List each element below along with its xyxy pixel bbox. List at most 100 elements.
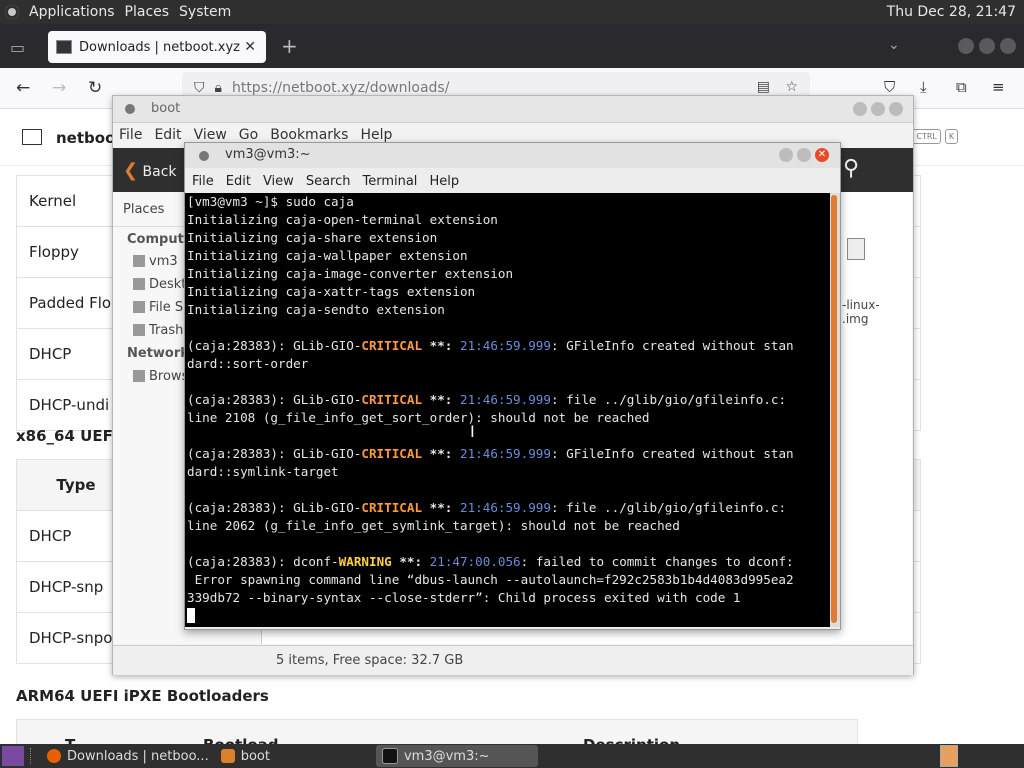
critical-level: CRITICAL bbox=[361, 392, 423, 407]
distro-logo-icon[interactable] bbox=[0, 0, 24, 24]
shield-icon[interactable]: ⛉ bbox=[194, 80, 205, 96]
sidebar-item-label: vm3 bbox=[149, 254, 178, 269]
file-label[interactable]: -linux- .img bbox=[842, 298, 880, 326]
log-timestamp: 21:46:59.999 bbox=[459, 446, 551, 461]
taskbar-item-file-manager[interactable]: boot bbox=[215, 745, 276, 767]
log-message: : file ../glib/gio/gfileinfo.c: bbox=[550, 392, 787, 407]
reload-icon[interactable]: ↻ bbox=[88, 78, 102, 98]
sidebar-item-filesystem[interactable]: File S bbox=[133, 300, 183, 315]
terminal-scrollbar[interactable] bbox=[830, 193, 840, 627]
new-tab-button[interactable]: + bbox=[281, 34, 298, 58]
site-logo-icon[interactable] bbox=[22, 129, 42, 145]
menu-bookmarks[interactable]: Bookmarks bbox=[264, 127, 354, 143]
menu-applications[interactable]: Applications bbox=[24, 0, 120, 24]
kbd-ctrl: CTRL bbox=[912, 129, 941, 144]
terminal-screen[interactable]: [vm3@vm3 ~]$ sudo caja Initializing caja… bbox=[185, 193, 830, 627]
minimize-button[interactable] bbox=[779, 148, 793, 162]
log-timestamp: 21:46:59.999 bbox=[459, 500, 551, 515]
text-cursor bbox=[187, 608, 195, 623]
window-icon bbox=[199, 151, 209, 161]
url-path: /downloads/ bbox=[365, 80, 450, 96]
clock[interactable]: Thu Dec 28, 21:47 bbox=[887, 4, 1024, 20]
terminal-line: [vm3@vm3 ~]$ sudo caja bbox=[187, 194, 354, 209]
menu-help[interactable]: Help bbox=[422, 174, 464, 189]
bookmark-star-icon[interactable]: ☆ bbox=[785, 79, 798, 95]
terminal-line: Initializing caja-sendto extension bbox=[187, 302, 445, 317]
mouse-ibeam-cursor-icon: I bbox=[470, 422, 475, 441]
sidebar-item-vm3[interactable]: vm3 bbox=[133, 254, 178, 269]
reader-view-icon[interactable]: ▤ bbox=[757, 79, 770, 95]
menu-view[interactable]: View bbox=[188, 127, 233, 143]
file-manager-titlebar[interactable]: boot bbox=[113, 96, 913, 123]
maximize-button[interactable] bbox=[797, 148, 811, 162]
trash-icon bbox=[133, 324, 145, 336]
maximize-button[interactable] bbox=[871, 102, 885, 116]
back-button[interactable]: ❮ Back bbox=[123, 160, 177, 181]
kbd-k: K bbox=[944, 129, 959, 144]
menu-file[interactable]: File bbox=[113, 127, 148, 143]
top-panel: Applications Places System Thu Dec 28, 2… bbox=[0, 0, 1024, 24]
pocket-icon[interactable]: ⛉ bbox=[884, 78, 895, 96]
log-message: : GFileInfo created without stan bbox=[550, 446, 794, 461]
terminal-line: 339db72 --binary-syntax --close-stderr”:… bbox=[187, 590, 741, 605]
close-tab-icon[interactable]: ✕ bbox=[244, 39, 256, 55]
taskbar-item-label: boot bbox=[240, 748, 270, 764]
log-message: : file ../glib/gio/gfileinfo.c: bbox=[550, 500, 787, 515]
menu-terminal[interactable]: Terminal bbox=[355, 174, 422, 189]
file-icon[interactable] bbox=[847, 238, 865, 260]
menu-view[interactable]: View bbox=[256, 174, 299, 189]
terminal-menubar: File Edit View Search Terminal Help bbox=[185, 170, 840, 192]
lock-icon[interactable]: 🔒︎ bbox=[215, 80, 222, 96]
sidebar-item-desktop[interactable]: Deskt bbox=[133, 277, 186, 292]
show-desktop-button[interactable] bbox=[2, 746, 24, 766]
close-window-button[interactable] bbox=[1000, 38, 1016, 54]
menu-file[interactable]: File bbox=[185, 174, 219, 189]
window-title: vm3@vm3:~ bbox=[225, 147, 311, 162]
tab-title: Downloads | netboot.xyz bbox=[79, 39, 240, 55]
maximize-button[interactable] bbox=[979, 38, 995, 54]
log-prefix: (caja:28383): GLib-GIO- bbox=[187, 392, 362, 407]
sidebar-item-trash[interactable]: Trash bbox=[133, 323, 183, 338]
workspace-switcher[interactable] bbox=[940, 745, 958, 767]
tab-list-icon[interactable]: ▭ bbox=[10, 38, 25, 57]
taskbar-item-terminal[interactable]: vm3@vm3:~ bbox=[375, 745, 538, 767]
menu-system[interactable]: System bbox=[174, 0, 236, 24]
log-prefix: (caja:28383): dconf- bbox=[187, 554, 339, 569]
menu-edit[interactable]: Edit bbox=[219, 174, 256, 189]
taskbar-item-browser[interactable]: Downloads | netboo... bbox=[41, 745, 215, 767]
menu-go[interactable]: Go bbox=[233, 127, 264, 143]
hamburger-menu-icon[interactable]: ≡ bbox=[992, 78, 1005, 96]
terminal-window: vm3@vm3:~ ✕ File Edit View Search Termin… bbox=[184, 142, 841, 630]
scrollbar-thumb[interactable] bbox=[831, 195, 837, 623]
menu-edit[interactable]: Edit bbox=[148, 127, 187, 143]
menu-places[interactable]: Places bbox=[120, 0, 175, 24]
taskbar-item-label: Downloads | netboo... bbox=[67, 748, 209, 764]
browser-tab[interactable]: Downloads | netboot.xyz ✕ bbox=[48, 31, 266, 63]
menu-help[interactable]: Help bbox=[354, 127, 398, 143]
firefox-icon bbox=[47, 749, 61, 763]
back-arrow-icon[interactable]: ← bbox=[16, 78, 30, 98]
terminal-line: Initializing caja-image-converter extens… bbox=[187, 266, 514, 281]
minimize-button[interactable] bbox=[853, 102, 867, 116]
sidebar-item-browse-network[interactable]: Brows bbox=[133, 369, 188, 384]
chevron-down-icon[interactable]: ⌄ bbox=[888, 37, 900, 53]
downloads-icon[interactable]: ⤓ bbox=[920, 78, 927, 96]
minimize-button[interactable] bbox=[958, 38, 974, 54]
arm-table-header: T Bootload Description bbox=[16, 719, 858, 744]
terminal-icon bbox=[381, 748, 398, 764]
forward-arrow-icon[interactable]: → bbox=[52, 78, 66, 98]
terminal-line: Initializing caja-share extension bbox=[187, 230, 438, 245]
extensions-icon[interactable]: ⧉ bbox=[956, 78, 967, 96]
search-icon[interactable]: ⚲ bbox=[843, 156, 859, 181]
taskbar-item-label: vm3@vm3:~ bbox=[403, 748, 490, 764]
menu-search[interactable]: Search bbox=[299, 174, 356, 189]
close-window-button[interactable] bbox=[889, 102, 903, 116]
log-stars: **: bbox=[422, 392, 460, 407]
log-stars: **: bbox=[422, 500, 460, 515]
window-title: boot bbox=[151, 101, 181, 116]
sidebar-item-label: Deskt bbox=[149, 277, 187, 292]
terminal-titlebar[interactable]: vm3@vm3:~ ✕ bbox=[185, 143, 840, 168]
close-window-button[interactable]: ✕ bbox=[815, 148, 829, 162]
